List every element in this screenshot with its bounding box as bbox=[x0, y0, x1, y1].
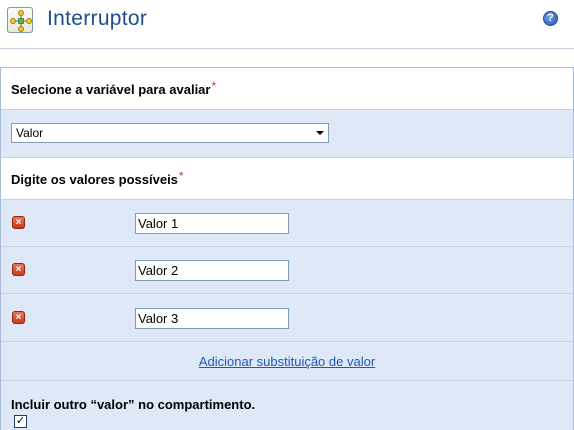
page-title: Interruptor bbox=[47, 7, 148, 30]
add-value-link[interactable]: Adicionar substituição de valor bbox=[1, 354, 573, 369]
variable-select-value: Valor bbox=[16, 126, 44, 140]
add-value-row: Adicionar substituição de valor bbox=[1, 341, 573, 380]
flowchart-icon bbox=[7, 7, 33, 33]
delete-icon[interactable]: × bbox=[12, 263, 25, 276]
include-other-row: Incluir outro “valor” no compartimento. … bbox=[1, 380, 573, 430]
chevron-down-icon bbox=[316, 131, 324, 135]
delete-icon[interactable]: × bbox=[12, 311, 25, 324]
value-input[interactable]: Valor 3 bbox=[135, 308, 289, 329]
variable-select[interactable]: Valor bbox=[11, 123, 329, 143]
variable-label-text: Selecione a variável para avaliar bbox=[11, 82, 211, 97]
header-bar: Interruptor ? bbox=[0, 0, 574, 49]
variable-section-label: Selecione a variável para avaliar* bbox=[11, 79, 217, 97]
value-row: × Valor 3 bbox=[1, 293, 573, 341]
value-row: × Valor 1 bbox=[1, 199, 573, 246]
value-input[interactable]: Valor 2 bbox=[135, 260, 289, 281]
variable-select-row: Valor bbox=[1, 109, 573, 157]
include-other-label: Incluir outro “valor” no compartimento. bbox=[11, 397, 256, 412]
value-input[interactable]: Valor 1 bbox=[135, 213, 289, 234]
required-marker: * bbox=[178, 169, 184, 183]
form-panel: Selecione a variável para avaliar* Valor… bbox=[0, 67, 574, 430]
value-row: × Valor 2 bbox=[1, 246, 573, 293]
variable-label-row: Selecione a variável para avaliar* bbox=[1, 68, 573, 109]
values-label-row: Digite os valores possíveis* bbox=[1, 157, 573, 199]
include-other-checkbox[interactable]: ✓ bbox=[14, 415, 27, 428]
values-section-label: Digite os valores possíveis* bbox=[11, 169, 184, 187]
required-marker: * bbox=[211, 79, 217, 93]
help-icon[interactable]: ? bbox=[543, 11, 558, 26]
delete-icon[interactable]: × bbox=[12, 216, 25, 229]
values-label-text: Digite os valores possíveis bbox=[11, 172, 178, 187]
